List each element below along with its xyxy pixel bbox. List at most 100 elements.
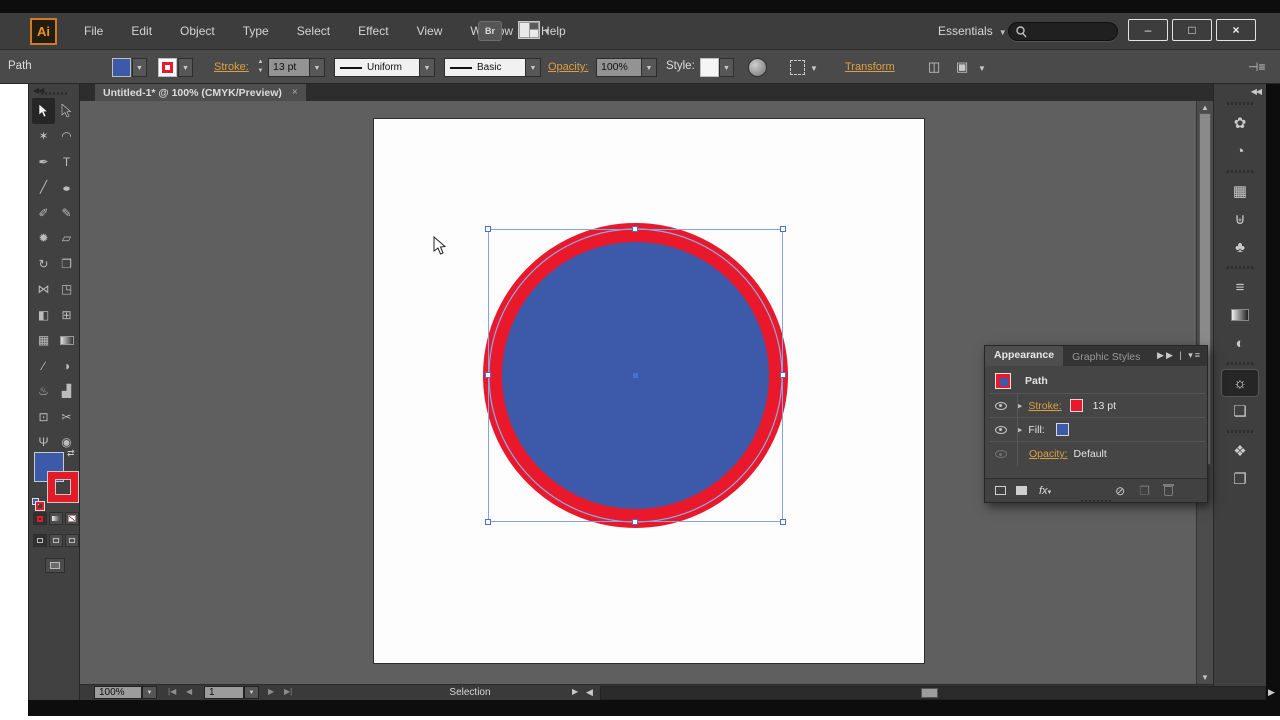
opacity-dropdown[interactable]: ▼ (642, 58, 657, 77)
workspace-switcher[interactable]: Essentials▼ (938, 24, 1007, 38)
tool-rotate-tool[interactable]: ↻ (32, 251, 55, 277)
dock-panel-color-icon[interactable]: ✿ (1222, 110, 1258, 136)
swap-fill-stroke-icon[interactable]: ⇄ (67, 448, 75, 459)
delete-item-icon[interactable] (1164, 486, 1173, 496)
tool-eyedropper-tool[interactable]: ∕ (32, 353, 55, 379)
align-objects-icon[interactable]: ◫ (928, 59, 940, 75)
stroke-width-dropdown[interactable]: ▼ (310, 58, 325, 77)
dock-panel-graphic-styles-icon[interactable]: ❏ (1222, 398, 1258, 424)
chevron-down-icon[interactable]: ▼ (978, 64, 986, 73)
default-fill-stroke-icon[interactable] (32, 498, 44, 510)
tab-graphic-styles[interactable]: Graphic Styles (1063, 348, 1149, 366)
brush-dropdown[interactable]: ▼ (526, 58, 541, 77)
dock-panel-transparency-icon[interactable]: ◐ (1222, 330, 1258, 356)
draw-normal-button[interactable] (33, 534, 47, 547)
stroke-width-field[interactable]: 13 pt (268, 58, 310, 77)
add-effect-icon[interactable]: fx▾ (1039, 485, 1051, 497)
prev-artboard-icon[interactable]: ◀ (186, 687, 192, 696)
tool-shape-builder-tool[interactable]: ◧ (32, 302, 55, 328)
tool-scale-tool[interactable]: ❐ (55, 251, 78, 277)
close-button[interactable]: × (1216, 19, 1256, 41)
selection-handle-n[interactable] (632, 226, 638, 232)
add-new-stroke-icon[interactable] (995, 486, 1006, 495)
selection-handle-sw[interactable] (485, 519, 491, 525)
none-mode-button[interactable] (65, 512, 79, 525)
tool-blend-tool[interactable]: ◑ (55, 353, 78, 379)
selection-handle-s[interactable] (632, 519, 638, 525)
tab-appearance[interactable]: Appearance (985, 346, 1063, 366)
selection-center-point[interactable] (633, 373, 638, 378)
tool-pencil-tool[interactable]: ✎ (55, 200, 78, 226)
dock-panel-swatches-icon[interactable]: ▦ (1222, 178, 1258, 204)
stroke-swatch-dropdown[interactable]: ▼ (178, 58, 193, 77)
stroke-color-swatch[interactable] (1070, 399, 1083, 412)
search-input[interactable] (1008, 22, 1118, 41)
transform-panel-link[interactable]: Transform (845, 61, 895, 73)
tool-free-transform-tool[interactable]: ◳ (55, 277, 78, 303)
tool-ellipse-tool[interactable]: ● (52, 176, 81, 198)
tool-magic-wand-tool[interactable]: ✶ (32, 124, 55, 150)
stroke-width-value[interactable]: 13 pt (1093, 400, 1116, 412)
chevron-down-icon[interactable]: ▼ (810, 64, 818, 73)
distribute-objects-icon[interactable]: ▣ (956, 59, 968, 75)
chevron-down-icon[interactable]: ▼ (543, 27, 551, 36)
tool-width-tool[interactable]: ⋈ (32, 277, 55, 303)
gradient-mode-button[interactable] (49, 512, 63, 525)
document-tab[interactable]: Untitled-1* @ 100% (CMYK/Preview) × (95, 84, 306, 101)
horizontal-scrollbar[interactable] (600, 686, 1266, 700)
visibility-eye-icon-dim[interactable] (995, 450, 1007, 458)
menu-file[interactable]: File (70, 13, 117, 50)
arrange-documents-icon[interactable] (518, 21, 540, 39)
graphic-style-swatch[interactable] (700, 58, 719, 77)
dock-group-drag-handle[interactable] (1227, 266, 1253, 269)
width-profile-dropdown[interactable]: ▼ (420, 58, 435, 77)
control-panel-menu-icon[interactable]: ⊣≡ (1248, 60, 1265, 74)
tool-slice-tool[interactable]: ✂ (55, 404, 78, 430)
menu-effect[interactable]: Effect (344, 13, 402, 50)
selection-handle-w[interactable] (485, 372, 491, 378)
width-profile-select[interactable]: Uniform (334, 58, 420, 77)
add-new-fill-icon[interactable] (1016, 486, 1027, 495)
bridge-button[interactable]: Br (478, 21, 502, 41)
opacity-field[interactable]: 100% (596, 58, 642, 77)
next-artboard-icon[interactable]: ▶ (268, 687, 274, 696)
dock-group-drag-handle[interactable] (1227, 430, 1253, 433)
horizontal-scroll-thumb[interactable] (921, 688, 938, 698)
dock-panel-layers-icon[interactable]: ❖ (1222, 438, 1258, 464)
stroke-swatch-toolbar[interactable] (48, 472, 78, 502)
draw-behind-button[interactable] (49, 534, 63, 547)
scroll-up-icon[interactable]: ▲ (1201, 103, 1209, 112)
close-tab-icon[interactable]: × (292, 87, 298, 98)
isolate-selection-icon[interactable] (790, 60, 805, 75)
tool-lasso-tool[interactable]: ◠ (55, 124, 78, 150)
dock-panel-appearance-icon[interactable]: ☼ (1222, 370, 1258, 396)
zoom-level-field[interactable]: 100% (94, 686, 142, 699)
draw-inside-button[interactable] (65, 534, 79, 547)
tool-direct-selection-tool[interactable] (55, 98, 78, 124)
style-dropdown[interactable]: ▼ (719, 58, 734, 77)
opacity-row[interactable]: Opacity: Default (989, 442, 1205, 466)
dock-group-drag-handle[interactable] (1227, 170, 1253, 173)
first-artboard-icon[interactable]: |◀ (168, 687, 176, 696)
fill-color-swatch[interactable] (1056, 423, 1069, 436)
maximize-button[interactable]: □ (1172, 19, 1212, 41)
recolor-artwork-icon[interactable] (748, 58, 767, 77)
selection-handle-e[interactable] (780, 372, 786, 378)
visibility-eye-icon[interactable] (995, 426, 1007, 434)
artboard-number-field[interactable]: 1 (204, 686, 244, 699)
fill-swatch-dropdown[interactable]: ▼ (132, 58, 147, 77)
tool-perspective-grid-tool[interactable]: ⊞ (55, 302, 78, 328)
tool-type-tool[interactable]: T (55, 149, 78, 175)
menu-type[interactable]: Type (229, 13, 283, 50)
fill-color-swatch[interactable] (112, 58, 131, 77)
tool-artboard-tool[interactable]: ⊡ (32, 404, 55, 430)
screen-mode-button[interactable] (45, 558, 65, 573)
tool-selection-tool[interactable] (32, 98, 55, 124)
panel-resize-handle[interactable] (1081, 500, 1113, 503)
tool-blob-brush-tool[interactable]: ✹ (32, 226, 55, 252)
stroke-panel-link[interactable]: Stroke: (214, 61, 249, 73)
opacity-panel-link[interactable]: Opacity: (548, 61, 588, 73)
visibility-eye-icon[interactable] (995, 402, 1007, 410)
menu-view[interactable]: View (403, 13, 457, 50)
color-mode-button[interactable] (33, 512, 47, 525)
